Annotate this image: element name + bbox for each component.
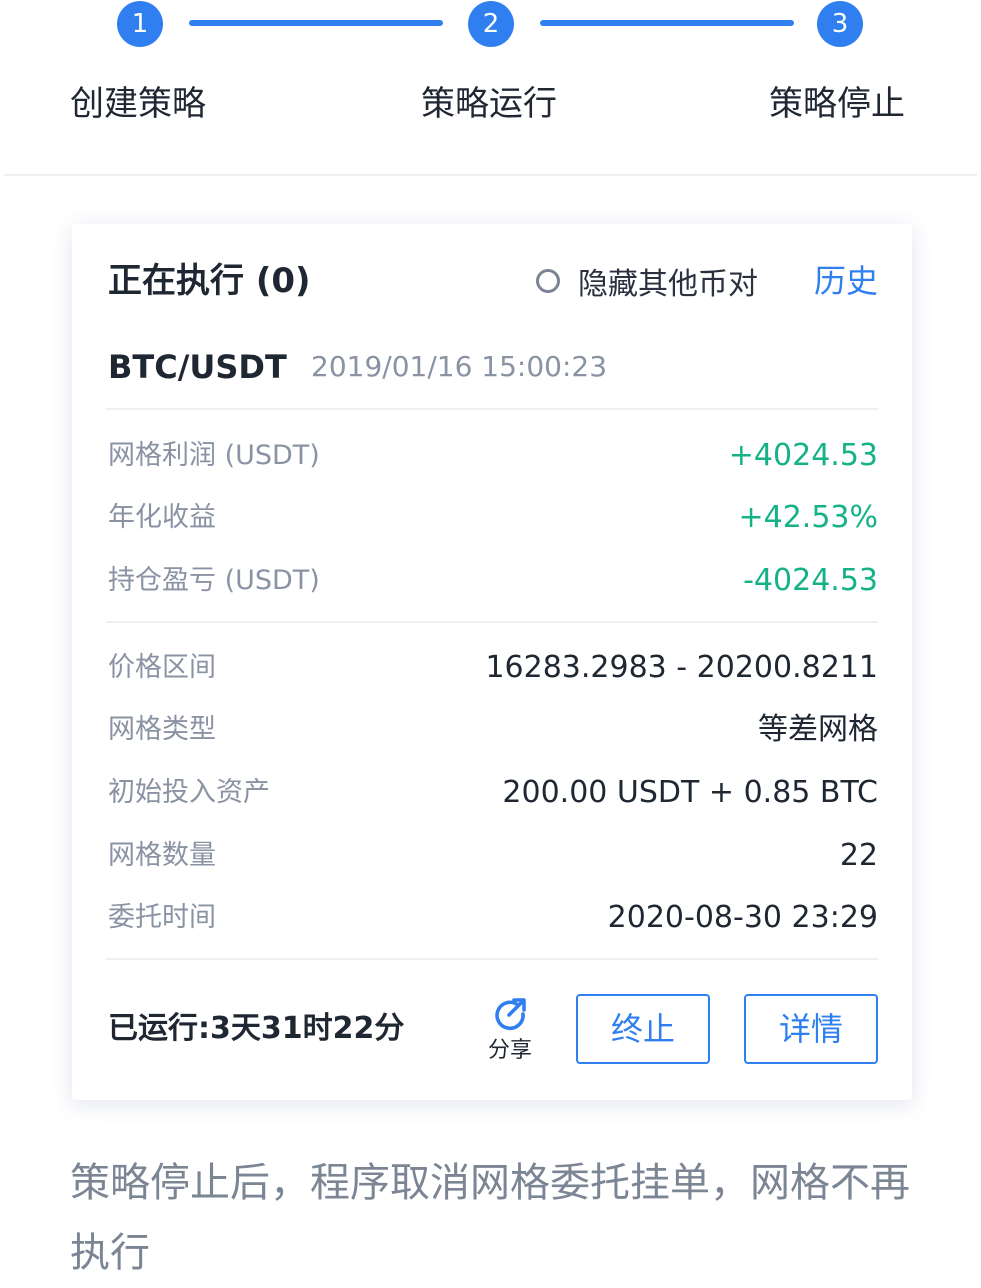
strategy-stepper: 1 2 3 创建策略 策略运行 策略停止 bbox=[0, 0, 981, 176]
annualized-return-value: +42.53% bbox=[738, 500, 878, 535]
step-connector-2 bbox=[540, 20, 794, 26]
step-1-circle: 1 bbox=[117, 1, 163, 47]
position-pnl-value: -4024.53 bbox=[743, 563, 878, 598]
strategy-detail-button[interactable]: 详情 bbox=[744, 994, 878, 1064]
step-1-label: 创建策略 bbox=[70, 84, 206, 124]
grid-count-label: 网格数量 bbox=[108, 840, 216, 871]
detail-row-grid-type: 网格类型 等差网格 bbox=[108, 708, 878, 752]
stat-row-annualized: 年化收益 +42.53% bbox=[108, 496, 878, 540]
card-header: 正在执行 (0) 隐藏其他币对 历史 bbox=[108, 256, 878, 306]
detail-row-grid-count: 网格数量 22 bbox=[108, 834, 878, 878]
detail-row-order-time: 委托时间 2020-08-30 23:29 bbox=[108, 896, 878, 940]
hide-other-pairs-label: 隐藏其他币对 bbox=[578, 267, 758, 302]
grid-type-value: 等差网格 bbox=[758, 712, 878, 747]
price-range-label: 价格区间 bbox=[108, 652, 216, 683]
stat-row-grid-profit: 网格利润 (USDT) +4024.53 bbox=[108, 434, 878, 478]
running-title: 正在执行 (0) bbox=[108, 261, 311, 301]
detail-row-price-range: 价格区间 16283.2983 - 20200.8211 bbox=[108, 646, 878, 690]
order-time-label: 委托时间 bbox=[108, 902, 216, 933]
divider bbox=[106, 408, 878, 410]
grid-profit-label: 网格利润 (USDT) bbox=[108, 440, 320, 471]
running-strategy-card: 正在执行 (0) 隐藏其他币对 历史 BTC/USDT 2019/01/16 1… bbox=[72, 224, 912, 1100]
hide-other-pairs-toggle[interactable]: 隐藏其他币对 bbox=[536, 256, 758, 306]
annualized-return-label: 年化收益 bbox=[108, 502, 216, 533]
divider bbox=[106, 621, 878, 623]
step-2-label: 策略运行 bbox=[421, 84, 557, 124]
position-pnl-label: 持仓盈亏 (USDT) bbox=[108, 565, 320, 596]
grid-profit-value: +4024.53 bbox=[728, 438, 878, 473]
step-3-circle: 3 bbox=[817, 1, 863, 47]
radio-unchecked-icon[interactable] bbox=[536, 269, 560, 293]
step-3-label: 策略停止 bbox=[769, 84, 905, 124]
share-label: 分享 bbox=[487, 1038, 532, 1063]
initial-assets-label: 初始投入资产 bbox=[108, 777, 270, 808]
share-button[interactable]: 分享 bbox=[484, 994, 536, 1066]
grid-count-value: 22 bbox=[839, 838, 878, 873]
grid-type-label: 网格类型 bbox=[108, 714, 216, 745]
detail-row-initial-assets: 初始投入资产 200.00 USDT + 0.85 BTC bbox=[108, 771, 878, 815]
step-connector-1 bbox=[189, 20, 443, 26]
created-time: 2019/01/16 15:00:23 bbox=[311, 350, 608, 383]
initial-assets-value: 200.00 USDT + 0.85 BTC bbox=[502, 775, 878, 810]
price-range-value: 16283.2983 - 20200.8211 bbox=[485, 650, 878, 685]
pair-name: BTC/USDT bbox=[108, 348, 287, 386]
elapsed-time: 已运行:3天31时22分 bbox=[108, 1011, 405, 1046]
history-link[interactable]: 历史 bbox=[814, 256, 878, 306]
step-2-circle: 2 bbox=[468, 1, 514, 47]
order-time-value: 2020-08-30 23:29 bbox=[607, 900, 878, 935]
stop-description: 策略停止后，程序取消网格委托挂单，网格不再执行 bbox=[70, 1160, 910, 1276]
stat-row-position-pnl: 持仓盈亏 (USDT) -4024.53 bbox=[108, 559, 878, 603]
divider bbox=[106, 958, 878, 960]
stepper-divider bbox=[4, 174, 977, 176]
pair-row: BTC/USDT 2019/01/16 15:00:23 bbox=[108, 342, 878, 392]
stop-strategy-button[interactable]: 终止 bbox=[576, 994, 710, 1064]
share-icon[interactable] bbox=[490, 994, 530, 1034]
card-footer: 已运行:3天31时22分 分享 终止 详情 bbox=[108, 994, 878, 1066]
